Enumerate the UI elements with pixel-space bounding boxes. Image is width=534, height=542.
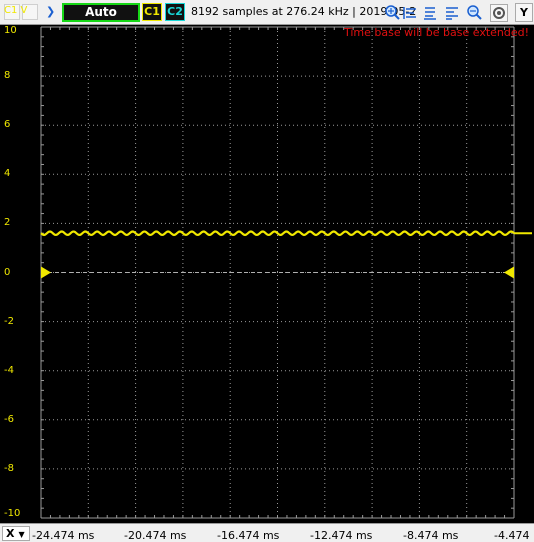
trigger-mode-button[interactable]: Auto	[62, 3, 140, 22]
x-axis-button[interactable]: X ▼	[2, 526, 30, 541]
y-tick-label: 4	[4, 168, 11, 180]
acquisition-info: 8192 samples at 276.24 kHz | 2019-05-2	[191, 5, 417, 18]
y-axis-button[interactable]: Y	[515, 3, 533, 22]
channel-1-zero-marker-left[interactable]	[41, 266, 51, 279]
channel-markers	[41, 232, 532, 279]
y-tick-label: 8	[4, 70, 11, 82]
channel-1-button[interactable]: C1	[142, 3, 162, 21]
y-tick-label: -6	[4, 413, 14, 425]
play-arrow-icon[interactable]: ❯	[46, 5, 55, 18]
x-tick-label: -12.474 ms	[310, 529, 373, 542]
fit-vertical-icon[interactable]	[422, 5, 438, 21]
settings-icon[interactable]	[490, 4, 508, 22]
fit-horizontal-icon[interactable]	[402, 5, 418, 21]
align-icon[interactable]	[444, 5, 460, 21]
x-tick-label: -8.474 ms	[403, 529, 459, 542]
zoom-out-icon[interactable]	[466, 5, 482, 21]
x-tick-label: -24.474 ms	[32, 529, 95, 542]
y-tick-label: -4	[4, 364, 14, 376]
dropdown-arrow-icon: ▼	[18, 530, 25, 539]
channel-1-trace	[40, 230, 515, 237]
channel-2-button[interactable]: C2	[165, 3, 185, 21]
y-tick-label: -8	[4, 462, 14, 474]
y-tick-label: -10	[4, 508, 21, 519]
y-tick-label: 10	[4, 25, 17, 36]
zoom-in-icon[interactable]	[384, 5, 400, 21]
channel-units-label: C1 V	[4, 5, 28, 16]
grid	[40, 26, 515, 519]
x-axis-button-label: X	[6, 527, 15, 540]
channel-1-zero-marker-right[interactable]	[504, 266, 514, 279]
y-tick-label: -2	[4, 315, 14, 327]
scope-plot[interactable]	[0, 24, 534, 523]
y-tick-label: 2	[4, 217, 11, 229]
warning-text: Time base will be base extended!	[344, 26, 530, 39]
x-tick-label: -16.474 ms	[217, 529, 280, 542]
x-tick-label: -20.474 ms	[124, 529, 187, 542]
y-tick-label: 6	[4, 119, 11, 131]
x-tick-label: -4.474 m	[494, 529, 534, 542]
y-tick-label: 0	[4, 266, 11, 278]
